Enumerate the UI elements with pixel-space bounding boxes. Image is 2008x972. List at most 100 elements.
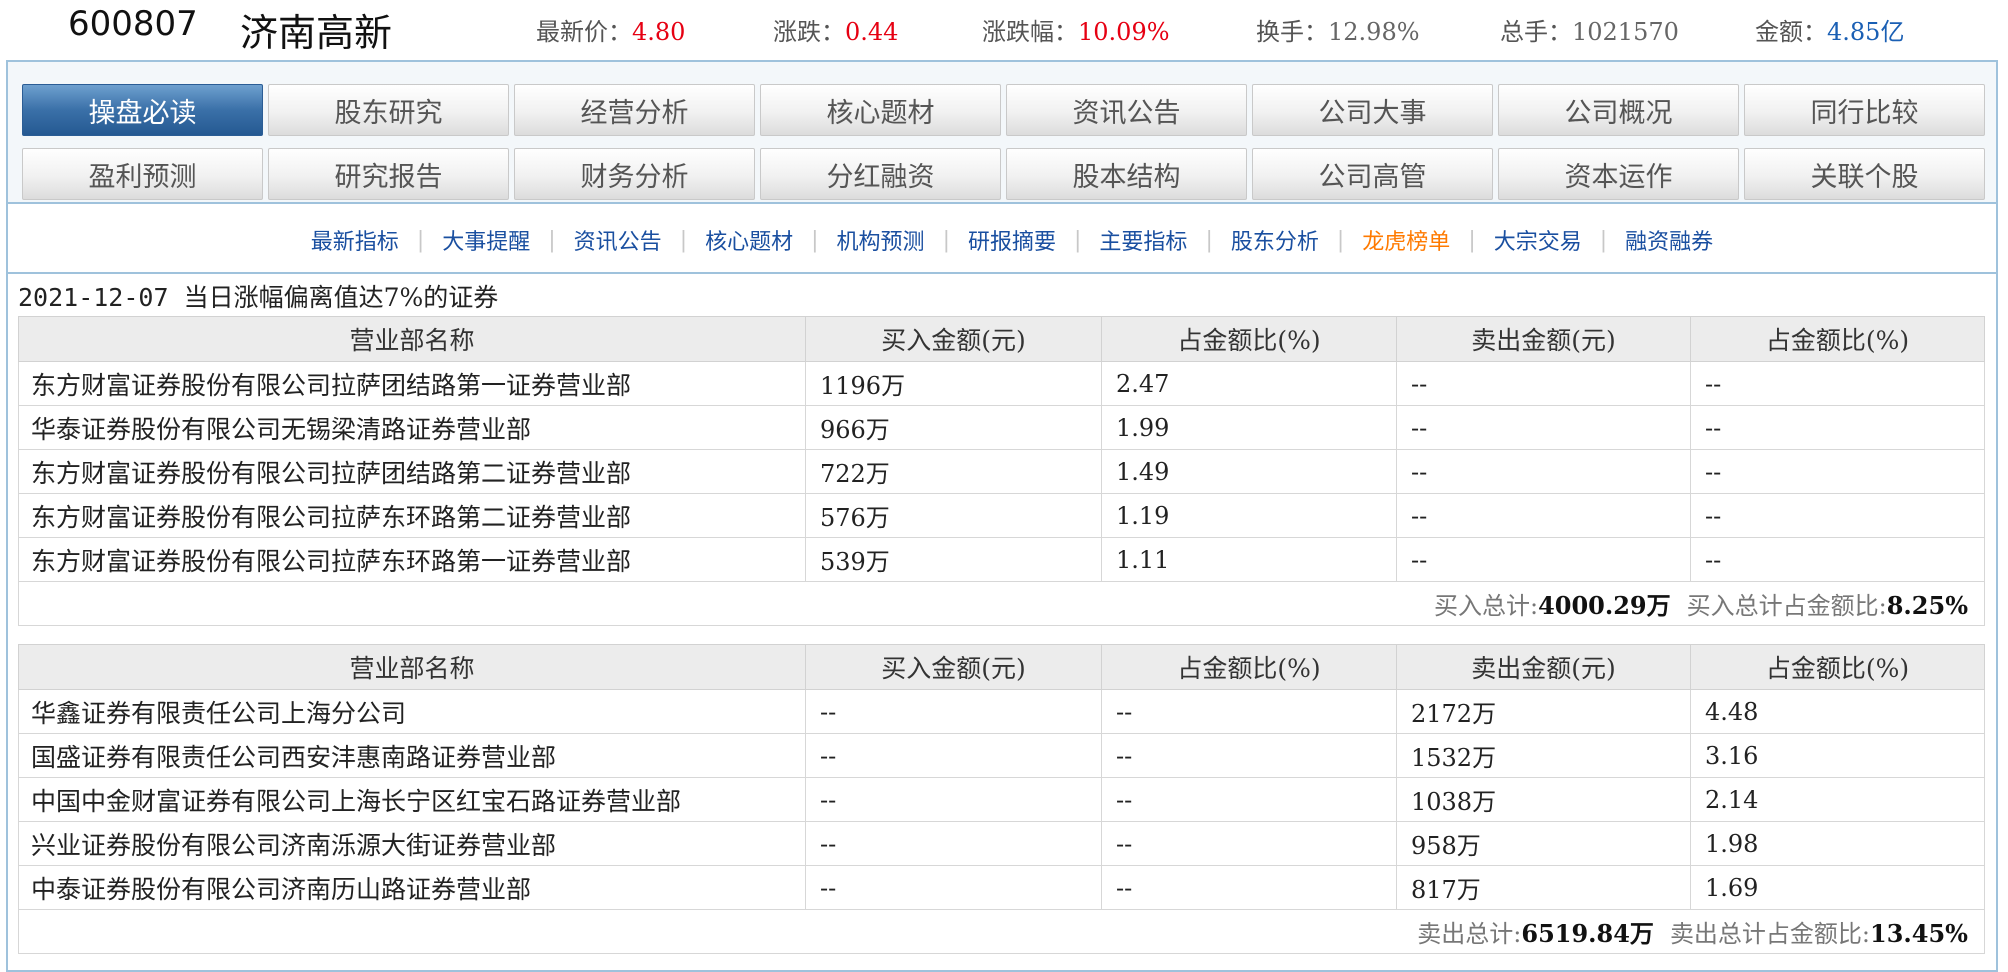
subnav-dashi[interactable]: 大事提醒 [436,224,536,256]
buy-amount: 576万 [805,493,1102,538]
sell-ratio: 1.69 [1690,865,1985,910]
report-reason: 当日涨幅偏离值达7%的证券 [183,283,499,312]
branch-name[interactable]: 兴业证券股份有限公司济南泺源大街证券营业部 [18,821,806,866]
table-row: 东方财富证券股份有限公司拉萨团结路第一证券营业部 1196万 2.47 -- -… [18,361,1985,406]
buy-ratio: -- [1101,689,1397,734]
col-header-buy-ratio: 占金额比(%) [1101,316,1397,362]
subnav-yanbao[interactable]: 研报摘要 [962,224,1062,256]
nav-tab-gaikuang[interactable]: 公司概况 [1498,84,1739,136]
subnav-divider [8,272,1996,274]
col-header-sell-ratio: 占金额比(%) [1690,316,1985,362]
trade-amount: 金额：4.85亿 [1755,18,1905,46]
sell-ratio: 1.98 [1690,821,1985,866]
buy-ratio: -- [1101,865,1397,910]
table-row: 兴业证券股份有限公司济南泺源大街证券营业部 -- -- 958万 1.98 [18,821,1985,866]
nav-tab-zixun[interactable]: 资讯公告 [1006,84,1247,136]
table-row: 华泰证券股份有限公司无锡梁清路证券营业部 966万 1.99 -- -- [18,405,1985,450]
report-title: 2021-12-07 当日涨幅偏离值达7%的证券 [18,278,498,314]
nav-tab-guanlian[interactable]: 关联个股 [1744,148,1985,200]
total-volume-value: 1021570 [1572,18,1679,46]
buy-ratio: 1.49 [1101,449,1397,494]
col-header-buy-ratio: 占金额比(%) [1101,644,1397,690]
sell-ratio: 2.14 [1690,777,1985,822]
sell-amount: -- [1396,493,1691,538]
sell-total-ratio: 13.45% [1870,919,1968,948]
sell-ratio: 3.16 [1690,733,1985,778]
subnav-dazong[interactable]: 大宗交易 [1488,224,1588,256]
subnav-zixun[interactable]: 资讯公告 [568,224,668,256]
sell-ratio: -- [1690,449,1985,494]
trade-amount-value: 4.85亿 [1827,18,1905,46]
nav-tab-guben[interactable]: 股本结构 [1006,148,1247,200]
col-header-branch: 营业部名称 [18,644,806,690]
col-header-sell-ratio: 占金额比(%) [1690,644,1985,690]
buy-total-row: 买入总计:4000.29万 买入总计占金额比:8.25% [18,581,1985,626]
sell-total-row: 卖出总计:6519.84万 卖出总计占金额比:13.45% [18,909,1985,954]
price-change: 涨跌：0.44 [773,18,899,46]
buy-amount: -- [805,733,1102,778]
buy-amount: -- [805,689,1102,734]
subnav-zuixin[interactable]: 最新指标 [305,224,405,256]
branch-name[interactable]: 中泰证券股份有限公司济南历山路证券营业部 [18,865,806,910]
subnav-jigou[interactable]: 机构预测 [831,224,931,256]
sell-ratio: -- [1690,537,1985,582]
nav-tab-caopan[interactable]: 操盘必读 [22,84,263,136]
report-date: 2021-12-07 [18,283,169,312]
subnav-rongzi[interactable]: 融资融券 [1619,224,1719,256]
buy-ratio: 2.47 [1101,361,1397,406]
sell-amount: 1532万 [1396,733,1691,778]
subnav-zhuyao[interactable]: 主要指标 [1093,224,1193,256]
buy-ratio: -- [1101,777,1397,822]
sell-total-value: 6519.84万 [1521,919,1654,948]
branch-name[interactable]: 中国中金财富证券有限公司上海长宁区红宝石路证券营业部 [18,777,806,822]
branch-name[interactable]: 国盛证券有限责任公司西安沣惠南路证券营业部 [18,733,806,778]
nav-tab-dashi[interactable]: 公司大事 [1252,84,1493,136]
buy-amount: 1196万 [805,361,1102,406]
nav-tab-jingying[interactable]: 经营分析 [514,84,755,136]
branch-name[interactable]: 东方财富证券股份有限公司拉萨团结路第二证券营业部 [18,449,806,494]
buy-amount: -- [805,777,1102,822]
price-change-pct: 涨跌幅：10.09% [982,18,1170,46]
sell-amount: 958万 [1396,821,1691,866]
sell-total-summary: 卖出总计:6519.84万 卖出总计占金额比:13.45% [18,909,1985,954]
buy-ratio: -- [1101,733,1397,778]
buy-ratio: 1.19 [1101,493,1397,538]
buy-amount: 966万 [805,405,1102,450]
buy-seats-table: 营业部名称 买入金额(元) 占金额比(%) 卖出金额(元) 占金额比(%) 东方… [18,316,1985,626]
nav-tab-ticai[interactable]: 核心题材 [760,84,1001,136]
table-row: 东方财富证券股份有限公司拉萨东环路第一证券营业部 539万 1.11 -- -- [18,537,1985,582]
col-header-buy-amount: 买入金额(元) [805,644,1102,690]
sell-amount: 2172万 [1396,689,1691,734]
nav-tab-fenhong[interactable]: 分红融资 [760,148,1001,200]
nav-tab-yanjiu[interactable]: 研究报告 [268,148,509,200]
branch-name[interactable]: 华泰证券股份有限公司无锡梁清路证券营业部 [18,405,806,450]
nav-tab-ziben[interactable]: 资本运作 [1498,148,1739,200]
nav-tab-gaoguan[interactable]: 公司高管 [1252,148,1493,200]
buy-total-summary: 买入总计:4000.29万 买入总计占金额比:8.25% [18,581,1985,626]
buy-amount: -- [805,821,1102,866]
nav-tab-yingli[interactable]: 盈利预测 [22,148,263,200]
nav-tab-caiwu[interactable]: 财务分析 [514,148,755,200]
table-header-row: 营业部名称 买入金额(元) 占金额比(%) 卖出金额(元) 占金额比(%) [18,316,1985,362]
price-change-value: 0.44 [845,18,899,46]
subnav-longhu[interactable]: 龙虎榜单 [1356,224,1456,256]
table-row: 中泰证券股份有限公司济南历山路证券营业部 -- -- 817万 1.69 [18,865,1985,910]
nav-tab-tonghang[interactable]: 同行比较 [1744,84,1985,136]
buy-ratio: -- [1101,821,1397,866]
branch-name[interactable]: 东方财富证券股份有限公司拉萨东环路第一证券营业部 [18,537,806,582]
table-row: 东方财富证券股份有限公司拉萨东环路第二证券营业部 576万 1.19 -- -- [18,493,1985,538]
latest-price: 最新价：4.80 [536,18,686,46]
buy-total-value: 4000.29万 [1538,591,1671,620]
subnav-gudong[interactable]: 股东分析 [1225,224,1325,256]
col-header-sell-amount: 卖出金额(元) [1396,316,1691,362]
buy-ratio: 1.99 [1101,405,1397,450]
sub-nav: 最新指标 | 大事提醒 | 资讯公告 | 核心题材 | 机构预测 | 研报摘要 | 主要指标… [8,224,1996,256]
subnav-ticai[interactable]: 核心题材 [699,224,799,256]
nav-tab-gudong[interactable]: 股东研究 [268,84,509,136]
price-change-pct-value: 10.09% [1078,18,1170,46]
branch-name[interactable]: 华鑫证券有限责任公司上海分公司 [18,689,806,734]
table-header-row: 营业部名称 买入金额(元) 占金额比(%) 卖出金额(元) 占金额比(%) [18,644,1985,690]
branch-name[interactable]: 东方财富证券股份有限公司拉萨东环路第二证券营业部 [18,493,806,538]
main-nav-row-1: 操盘必读 股东研究 经营分析 核心题材 资讯公告 公司大事 公司概况 同行比较 [22,84,1985,136]
branch-name[interactable]: 东方财富证券股份有限公司拉萨团结路第一证券营业部 [18,361,806,406]
